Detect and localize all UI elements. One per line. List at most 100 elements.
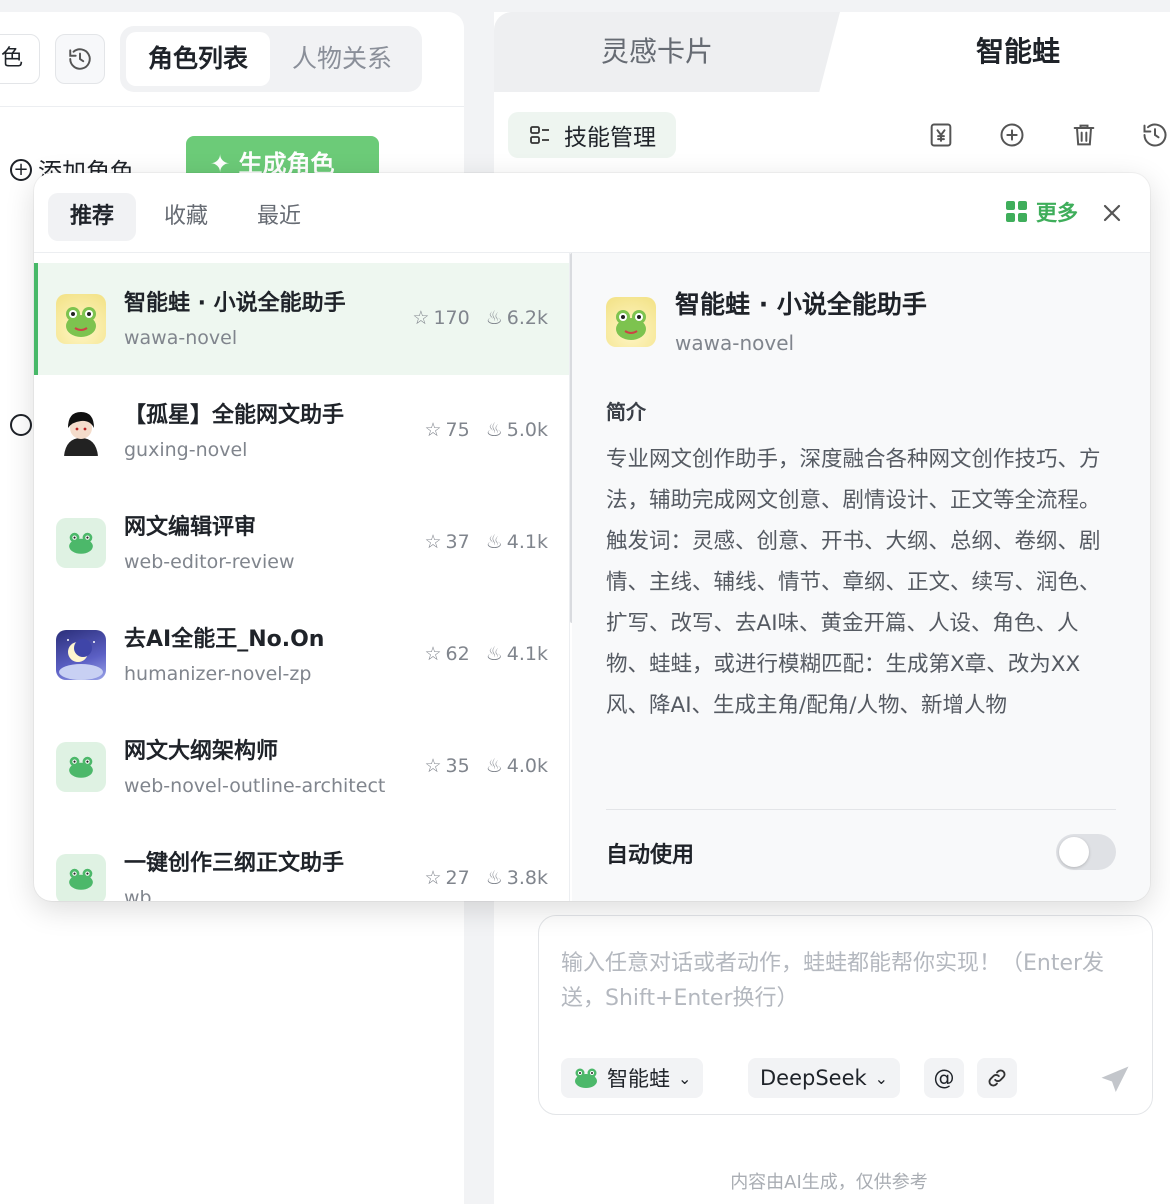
- segment-relations[interactable]: 人物关系: [270, 32, 414, 86]
- frog-avatar-icon: [56, 742, 106, 792]
- tab-inspiration-cards[interactable]: 灵感卡片: [494, 12, 840, 92]
- skill-stars: 170: [433, 307, 470, 329]
- right-tabs: 灵感卡片 智能蛙: [494, 12, 1170, 92]
- at-icon: @: [933, 1066, 955, 1090]
- skill-manage-button[interactable]: 技能管理: [508, 112, 676, 158]
- skill-stats: ☆ 62 ♨ 4.1k: [424, 643, 548, 665]
- skill-stars: 75: [445, 419, 470, 441]
- fire-icon: ♨: [485, 643, 503, 665]
- chat-input-box[interactable]: 输入任意对话或者动作，蛙蛙都能帮你实现！（Enter发送，Shift+Enter…: [538, 915, 1153, 1115]
- model-label: DeepSeek: [760, 1066, 867, 1090]
- skill-id: humanizer-novel-zp: [124, 663, 312, 685]
- add-circle-icon[interactable]: [997, 120, 1027, 150]
- add-circle-icon: +: [10, 158, 32, 181]
- skill-stats: ☆ 27 ♨ 3.8k: [424, 867, 548, 889]
- close-icon[interactable]: [1100, 201, 1124, 225]
- tab-recent[interactable]: 最近: [235, 193, 323, 241]
- skill-name: 【孤星】全能网文助手: [124, 403, 345, 428]
- detail-skill-id: wawa-novel: [675, 331, 795, 355]
- mention-button[interactable]: @: [924, 1058, 964, 1098]
- grid-icon: [1006, 201, 1027, 222]
- skill-id: wawa-novel: [124, 327, 238, 349]
- skill-name: 智能蛙 · 小说全能助手: [124, 291, 346, 316]
- chat-input[interactable]: 输入任意对话或者动作，蛙蛙都能帮你实现！（Enter发送，Shift+Enter…: [561, 946, 1141, 1016]
- star-icon: ☆: [424, 755, 442, 777]
- detail-skill-name: 智能蛙 · 小说全能助手: [675, 290, 927, 319]
- frog-avatar-icon: [606, 297, 656, 347]
- star-icon: ☆: [424, 867, 442, 889]
- skill-name: 网文大纲架构师: [124, 739, 279, 764]
- chevron-down-icon: ⌄: [678, 1068, 692, 1088]
- fire-icon: ♨: [485, 419, 503, 441]
- trash-icon[interactable]: [1069, 120, 1099, 150]
- skill-heat: 5.0k: [506, 419, 548, 441]
- tab-smart-frog[interactable]: 智能蛙: [824, 12, 1170, 92]
- skill-stars: 35: [445, 755, 470, 777]
- fire-icon: ♨: [485, 867, 503, 889]
- skill-id: web-novel-outline-architect: [124, 775, 386, 797]
- skill-name: 去AI全能王_No.On: [124, 627, 325, 652]
- agent-select[interactable]: 智能蛙 ⌄: [561, 1058, 704, 1098]
- tab-favorites[interactable]: 收藏: [142, 193, 230, 241]
- skill-stats: ☆ 75 ♨ 5.0k: [424, 419, 548, 441]
- skill-name: 网文编辑评审: [124, 515, 257, 540]
- skill-row-web-novel-outline-architect[interactable]: 网文大纲架构师 web-novel-outline-architect ☆ 35 …: [34, 711, 569, 823]
- right-toolbar: 技能管理: [494, 92, 1170, 182]
- fire-icon: ♨: [485, 531, 503, 553]
- link-icon: [988, 1069, 1006, 1087]
- skill-row-wawa-novel[interactable]: 智能蛙 · 小说全能助手 wawa-novel ☆ 170 ♨ 6.2k: [34, 263, 569, 375]
- skill-stats: ☆ 170 ♨ 6.2k: [412, 307, 548, 329]
- skill-row-humanizer-novel-zp[interactable]: 去AI全能王_No.On humanizer-novel-zp ☆ 62 ♨ 4.1…: [34, 599, 569, 711]
- segment-role-list[interactable]: 角色列表: [126, 32, 271, 86]
- frog-avatar-icon: [56, 518, 106, 568]
- star-icon: ☆: [424, 419, 442, 441]
- skill-picker-popup: 推荐 收藏 最近 更多 智能蛙 · 小说全能助手 wawa-novel ☆ 170…: [34, 173, 1150, 901]
- skill-heat: 4.0k: [506, 755, 548, 777]
- role-view-switch: 角色列表 人物关系: [120, 26, 422, 92]
- anime-boy-avatar-icon: [56, 406, 106, 456]
- skill-stars: 27: [445, 867, 470, 889]
- skill-heat: 3.8k: [506, 867, 548, 889]
- agent-label: 智能蛙: [607, 1067, 670, 1091]
- tab-recommended[interactable]: 推荐: [48, 193, 137, 241]
- skill-stars: 37: [445, 531, 470, 553]
- add-circle-icon[interactable]: [10, 414, 32, 440]
- skill-list-icon: [530, 126, 549, 144]
- star-icon: ☆: [424, 643, 442, 665]
- more-button[interactable]: 更多: [1006, 197, 1078, 227]
- role-action-button[interactable]: 色: [0, 34, 40, 84]
- history-button[interactable]: [55, 34, 105, 84]
- frog-avatar-icon: [56, 854, 106, 901]
- skill-row-web-editor-review[interactable]: 网文编辑评审 web-editor-review ☆ 37 ♨ 4.1k: [34, 487, 569, 599]
- skill-stats: ☆ 37 ♨ 4.1k: [424, 531, 548, 553]
- model-select[interactable]: DeepSeek ⌄: [748, 1058, 901, 1098]
- link-button[interactable]: [977, 1058, 1017, 1098]
- skill-detail-panel: 智能蛙 · 小说全能助手 wawa-novel 简介 专业网文创作助手，深度融合…: [572, 253, 1150, 901]
- history-icon: [69, 48, 91, 70]
- divider: [606, 809, 1116, 810]
- send-icon[interactable]: [1097, 1062, 1133, 1098]
- auto-use-toggle[interactable]: [1056, 834, 1116, 870]
- skill-row-wb[interactable]: 一键创作三纲正文助手 wb ☆ 27 ♨ 3.8k: [34, 823, 569, 901]
- skill-manage-label: 技能管理: [564, 125, 656, 151]
- skill-row-guxing-novel[interactable]: 【孤星】全能网文助手 guxing-novel ☆ 75 ♨ 5.0k: [34, 375, 569, 487]
- yen-icon[interactable]: [926, 120, 956, 150]
- skill-id: guxing-novel: [124, 439, 248, 461]
- toggle-knob: [1059, 837, 1089, 867]
- skill-list: 智能蛙 · 小说全能助手 wawa-novel ☆ 170 ♨ 6.2k 【孤星】全…: [34, 253, 570, 901]
- skill-id: wb: [124, 887, 152, 901]
- moon-avatar-icon: [56, 630, 106, 680]
- skill-stats: ☆ 35 ♨ 4.0k: [424, 755, 548, 777]
- skill-heat: 4.1k: [506, 531, 548, 553]
- chevron-down-icon: ⌄: [874, 1068, 889, 1088]
- frog-icon: [575, 1068, 597, 1088]
- left-topbar: 色 角色列表 人物关系: [0, 12, 464, 107]
- auto-use-label: 自动使用: [606, 843, 695, 868]
- star-icon: ☆: [412, 307, 430, 329]
- skill-heat: 6.2k: [506, 307, 548, 329]
- star-icon: ☆: [424, 531, 442, 553]
- frog-avatar-icon: [56, 294, 106, 344]
- ai-disclaimer: 内容由AI生成，仅供参考: [730, 1172, 928, 1193]
- history-icon[interactable]: [1140, 120, 1170, 150]
- skill-stars: 62: [445, 643, 470, 665]
